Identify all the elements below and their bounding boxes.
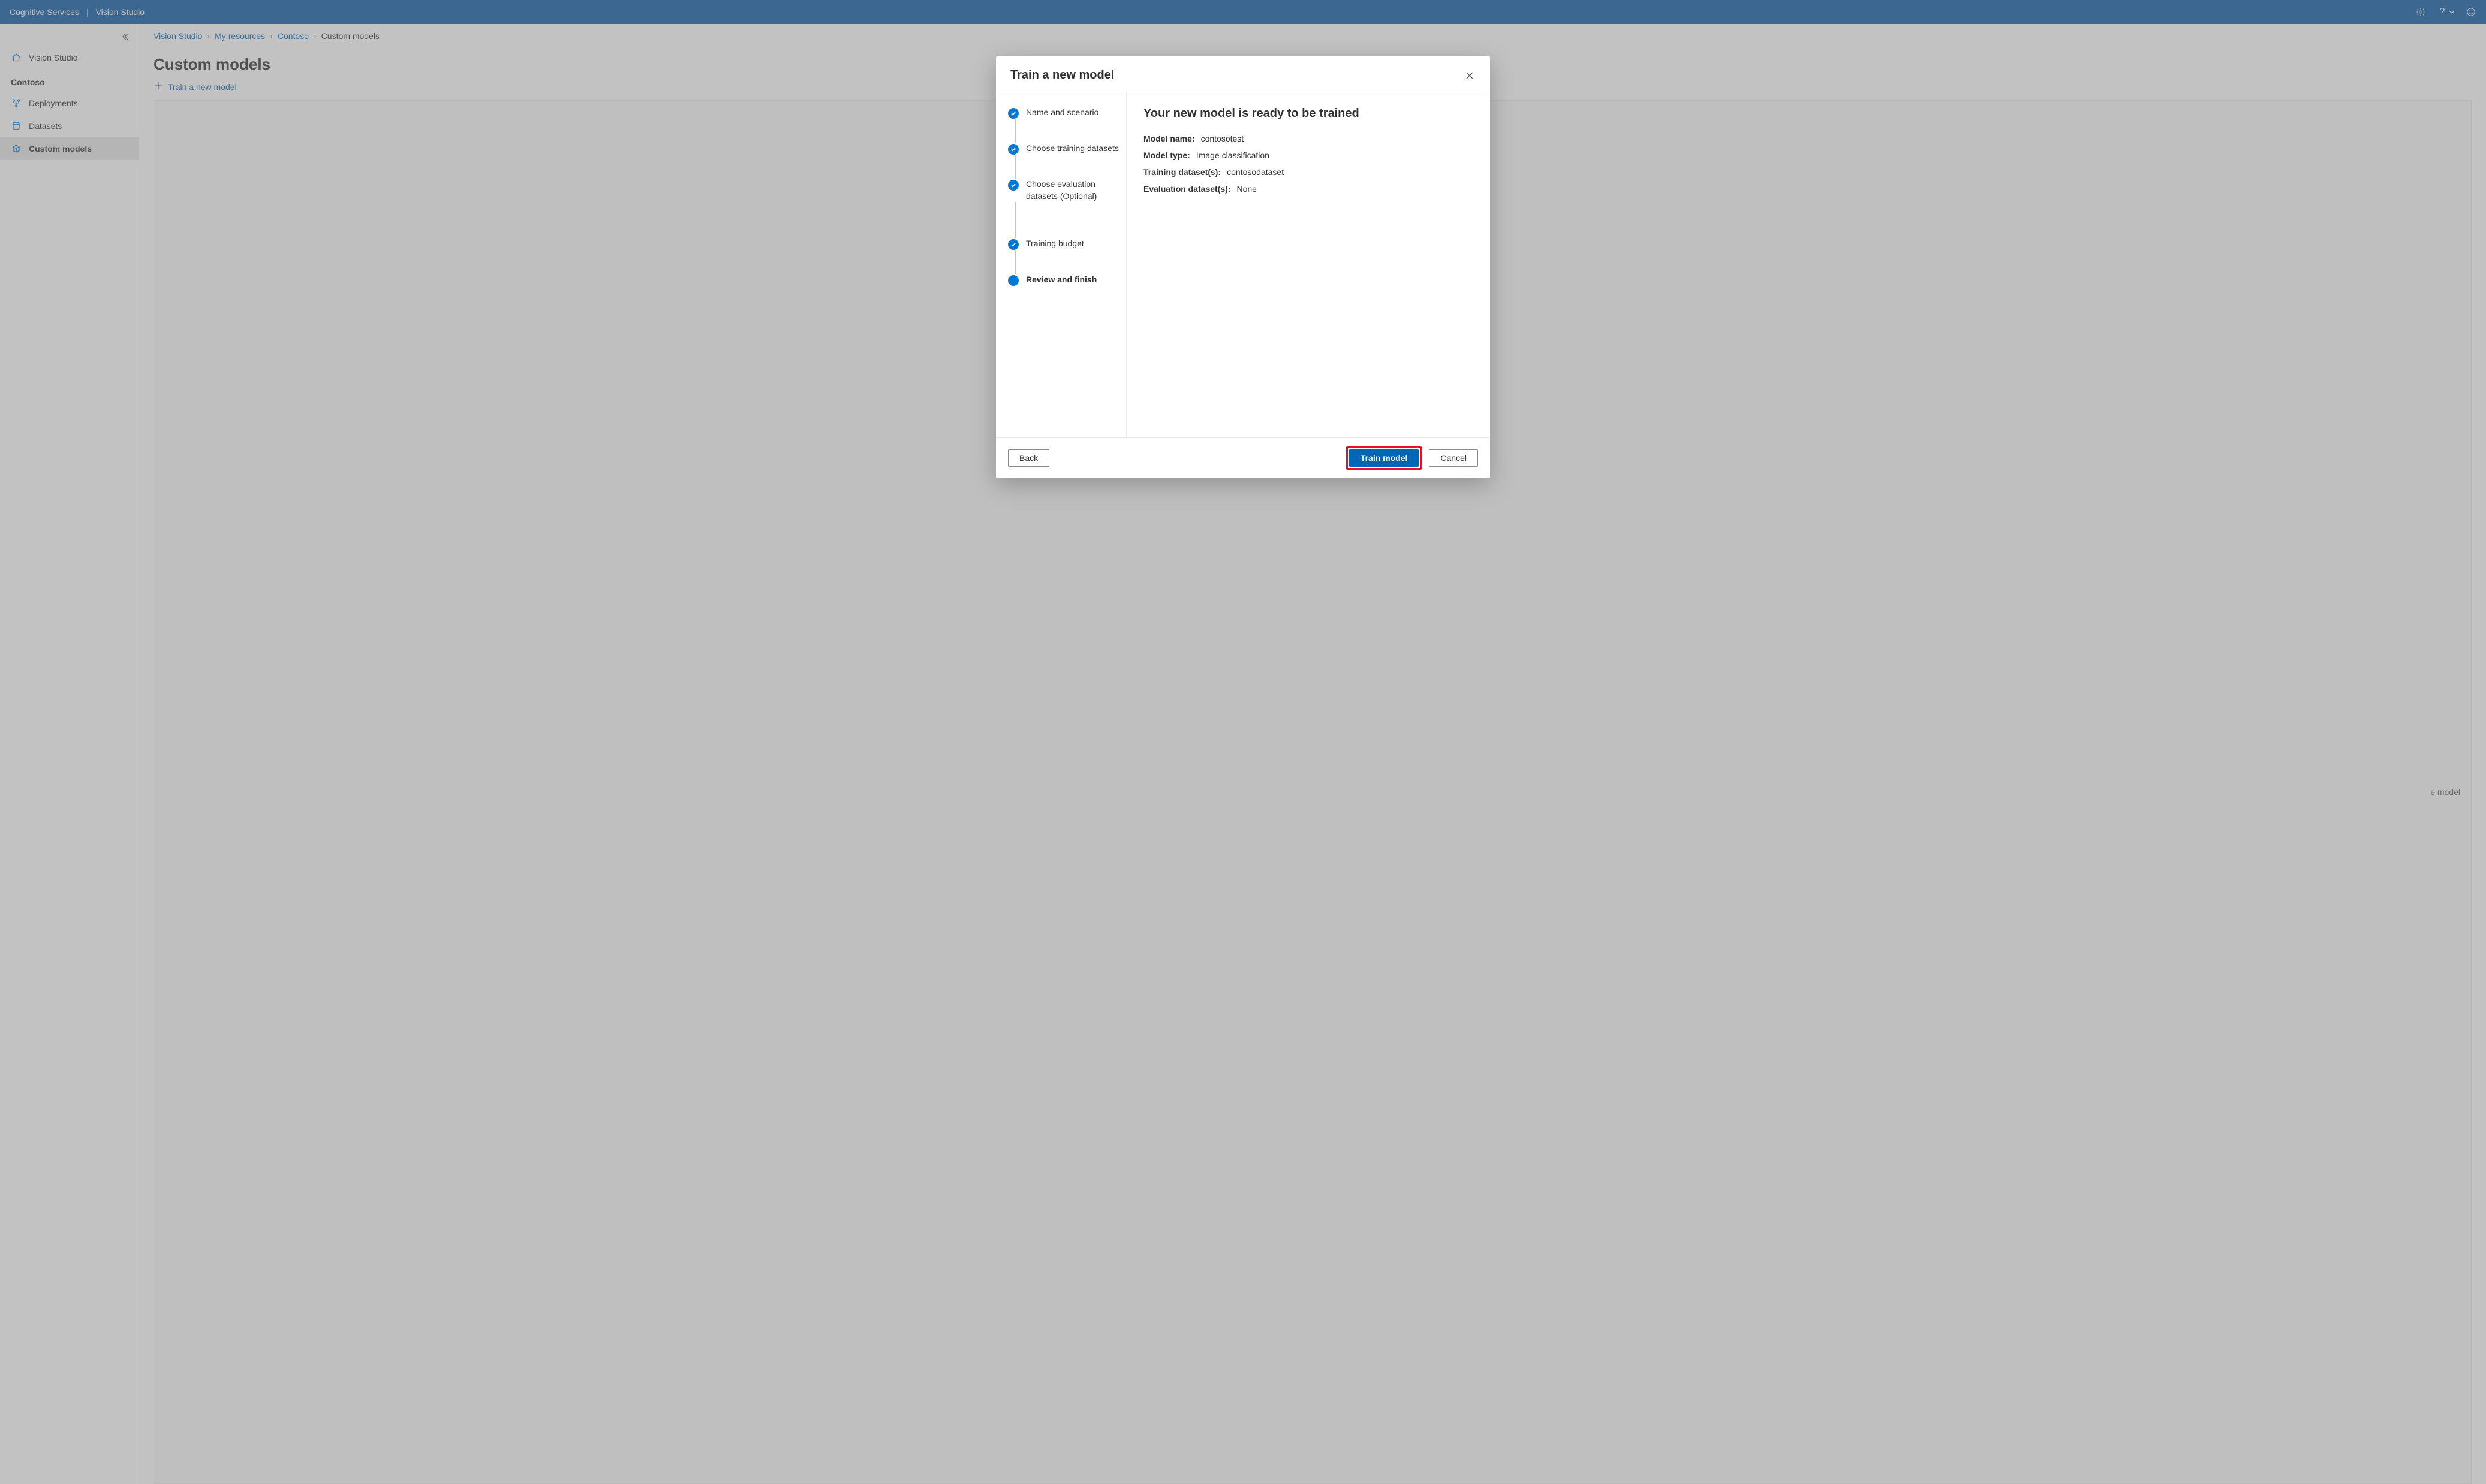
- step-label: Choose evaluation datasets (Optional): [1026, 179, 1120, 202]
- step-label: Choose training datasets: [1026, 143, 1119, 155]
- highlight-annotation: Train model: [1346, 446, 1422, 470]
- review-row-training-datasets: Training dataset(s): contosodataset: [1143, 167, 1473, 177]
- step-label: Review and finish: [1026, 274, 1097, 286]
- review-key: Evaluation dataset(s):: [1143, 184, 1230, 194]
- review-value: contosotest: [1201, 134, 1244, 143]
- check-icon: [1008, 144, 1019, 155]
- review-key: Model type:: [1143, 150, 1190, 160]
- close-icon[interactable]: [1464, 70, 1476, 82]
- review-value: contosodataset: [1227, 167, 1284, 177]
- step-review-finish[interactable]: Review and finish: [1008, 274, 1120, 286]
- review-panel: Your new model is ready to be trained Mo…: [1127, 92, 1490, 437]
- dialog-footer: Back Train model Cancel: [996, 437, 1490, 478]
- wizard-stepper: Name and scenario Choose training datase…: [996, 92, 1127, 437]
- review-key: Model name:: [1143, 134, 1195, 143]
- review-value: None: [1236, 184, 1256, 194]
- modal-overlay: Train a new model Name and scenario: [0, 0, 2486, 1484]
- train-model-button[interactable]: Train model: [1349, 449, 1419, 467]
- review-row-model-name: Model name: contosotest: [1143, 134, 1473, 143]
- current-step-icon: [1008, 275, 1019, 286]
- dialog-title: Train a new model: [1010, 68, 1114, 82]
- step-label: Name and scenario: [1026, 107, 1098, 119]
- step-label: Training budget: [1026, 238, 1084, 250]
- review-key: Training dataset(s):: [1143, 167, 1221, 177]
- check-icon: [1008, 180, 1019, 191]
- back-button[interactable]: Back: [1008, 449, 1049, 467]
- step-evaluation-datasets[interactable]: Choose evaluation datasets (Optional): [1008, 179, 1120, 202]
- review-value: Image classification: [1196, 150, 1269, 160]
- check-icon: [1008, 108, 1019, 119]
- step-training-budget[interactable]: Training budget: [1008, 238, 1120, 250]
- check-icon: [1008, 239, 1019, 250]
- review-heading: Your new model is ready to be trained: [1143, 107, 1473, 121]
- step-training-datasets[interactable]: Choose training datasets: [1008, 143, 1120, 155]
- step-name-scenario[interactable]: Name and scenario: [1008, 107, 1120, 119]
- cancel-button[interactable]: Cancel: [1429, 449, 1478, 467]
- review-row-model-type: Model type: Image classification: [1143, 150, 1473, 160]
- review-row-evaluation-datasets: Evaluation dataset(s): None: [1143, 184, 1473, 194]
- train-model-dialog: Train a new model Name and scenario: [996, 56, 1490, 478]
